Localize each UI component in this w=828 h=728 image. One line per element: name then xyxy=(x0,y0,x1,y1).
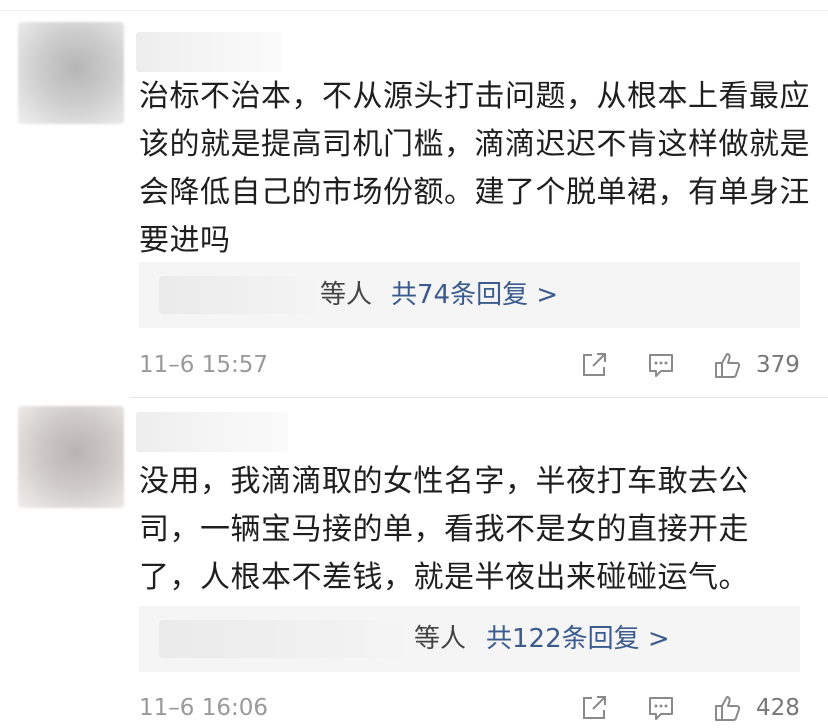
like-icon[interactable] xyxy=(712,692,744,724)
like-icon[interactable] xyxy=(712,349,744,381)
avatar[interactable] xyxy=(18,22,124,124)
comment-meta: 11–6 16:06 428 xyxy=(0,688,828,728)
replies-who: 等人 xyxy=(414,624,467,654)
avatar[interactable] xyxy=(18,406,124,508)
share-icon[interactable] xyxy=(578,349,610,381)
replies-count-link[interactable]: 共74条回复 > xyxy=(391,262,558,328)
like-count: 379 xyxy=(756,352,800,378)
replier-names-blurred xyxy=(159,276,319,314)
top-divider xyxy=(0,10,828,11)
comment-icon[interactable] xyxy=(645,692,677,724)
timestamp: 11–6 16:06 xyxy=(139,695,268,721)
username-blurred[interactable] xyxy=(136,412,288,452)
comment-meta: 11–6 15:57 379 xyxy=(0,345,828,385)
replies-count-link[interactable]: 共122条回复 > xyxy=(486,606,670,672)
comment-icon[interactable] xyxy=(645,349,677,381)
replies-who: 等人 xyxy=(320,280,373,310)
timestamp: 11–6 15:57 xyxy=(139,352,268,378)
comment-text: 没用，我滴滴取的女性名字，半夜打车敢去公司，一辆宝马接的单，看我不是女的直接开走… xyxy=(139,464,749,595)
comment-text: 治标不治本，不从源头打击问题，从根本上看最应该的就是提高司机门槛，滴滴迟迟不肯这… xyxy=(139,79,810,258)
like-count: 428 xyxy=(756,695,800,721)
comment-divider xyxy=(130,397,828,398)
replies-preview[interactable]: 等人 共74条回复 > xyxy=(139,262,800,328)
replier-names-blurred xyxy=(159,620,411,658)
replies-preview[interactable]: 等人 共122条回复 > xyxy=(139,606,800,672)
share-icon[interactable] xyxy=(578,692,610,724)
username-blurred[interactable] xyxy=(136,32,282,72)
